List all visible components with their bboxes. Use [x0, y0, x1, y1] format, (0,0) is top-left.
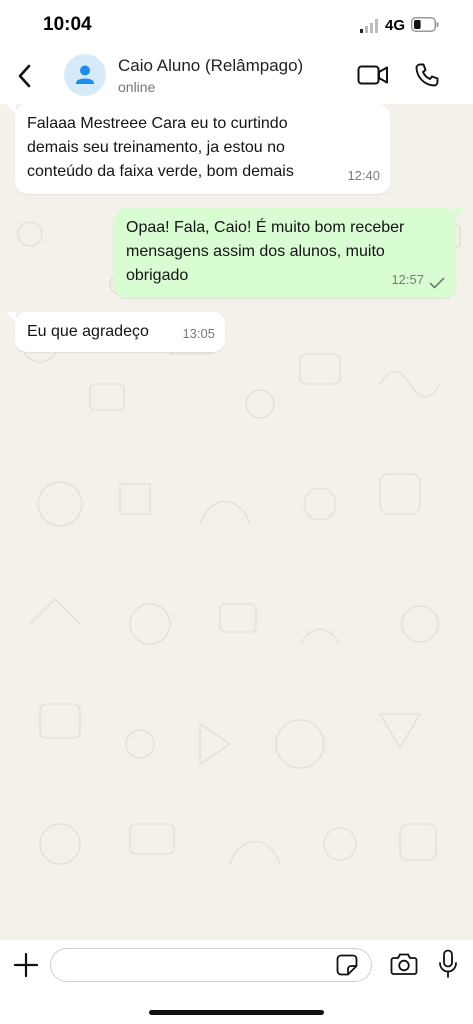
message-bubble-outgoing[interactable]: Opaa! Fala, Caio! É muito bom receber me…	[114, 208, 456, 298]
message-line: mensagens assim dos alunos, muito	[126, 243, 385, 260]
microphone-icon[interactable]	[438, 949, 458, 979]
phone-icon[interactable]	[414, 62, 440, 88]
message-line: Falaaa Mestreee Cara eu to curtindo	[27, 115, 288, 132]
message-time: 13:05	[182, 326, 215, 341]
network-type: 4G	[385, 17, 406, 34]
message-line: Opaa! Fala, Caio! É muito bom receber	[126, 219, 405, 236]
message-bubble-incoming[interactable]: Eu que agradeço 13:05	[15, 312, 225, 352]
chevron-left-icon[interactable]	[14, 62, 36, 90]
composer-bar	[0, 940, 473, 1024]
message-bubble-incoming[interactable]: Falaaa Mestreee Cara eu to curtindo dema…	[15, 104, 390, 194]
plus-icon[interactable]	[13, 952, 39, 978]
bubble-tail	[455, 208, 465, 218]
contact-status: online	[118, 79, 156, 95]
signal-strength-icon	[360, 19, 378, 33]
camera-icon[interactable]	[390, 952, 418, 976]
battery-icon	[411, 17, 439, 32]
message-line: conteúdo da faixa verde, bom demais	[27, 163, 294, 180]
message-line: demais seu treinamento, ja estou no	[27, 139, 285, 156]
status-time: 10:04	[43, 14, 92, 35]
chat-header: Caio Aluno (Relâmpago) online	[0, 48, 473, 104]
sticker-icon[interactable]	[336, 954, 358, 976]
home-indicator[interactable]	[149, 1010, 324, 1015]
avatar[interactable]	[64, 54, 106, 96]
message-input[interactable]	[50, 948, 372, 982]
check-icon	[429, 277, 445, 289]
status-bar: 10:04 4G	[0, 0, 473, 48]
person-icon	[76, 65, 94, 84]
video-camera-icon[interactable]	[357, 64, 389, 86]
message-time: 12:40	[347, 168, 380, 183]
contact-name[interactable]: Caio Aluno (Relâmpago)	[118, 56, 303, 76]
chat-area[interactable]: Falaaa Mestreee Cara eu to curtindo dema…	[0, 104, 473, 940]
message-time: 12:57	[391, 272, 424, 287]
